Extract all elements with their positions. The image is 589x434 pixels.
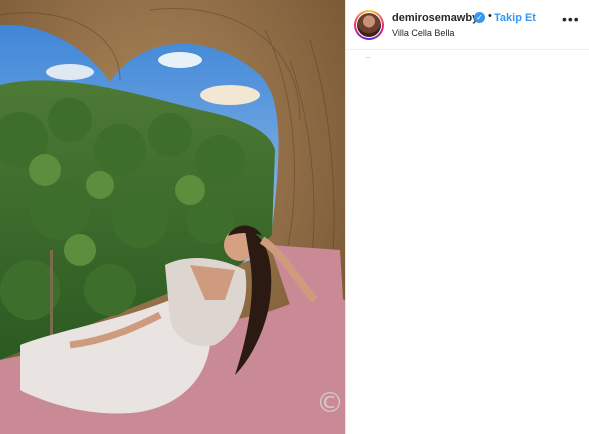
more-options-button[interactable]: ••• bbox=[562, 12, 580, 26]
separator: • bbox=[488, 10, 492, 22]
comments-area bbox=[346, 51, 589, 434]
avatar-photo bbox=[357, 13, 381, 37]
follow-button[interactable]: Takip Et bbox=[494, 12, 536, 24]
watermark-icon: © bbox=[318, 386, 342, 419]
avatar[interactable] bbox=[354, 10, 384, 40]
loading-mark bbox=[366, 57, 370, 58]
location-link[interactable]: Villa Cella Bella bbox=[392, 28, 454, 38]
post-image[interactable]: © bbox=[0, 0, 345, 434]
verified-badge-icon: ✓ bbox=[474, 12, 485, 23]
svg-text:©: © bbox=[318, 386, 342, 419]
post-photo bbox=[0, 0, 345, 434]
post-header: demirosemawby ✓ • Takip Et Villa Cella B… bbox=[346, 0, 589, 50]
username-link[interactable]: demirosemawby bbox=[392, 12, 478, 24]
